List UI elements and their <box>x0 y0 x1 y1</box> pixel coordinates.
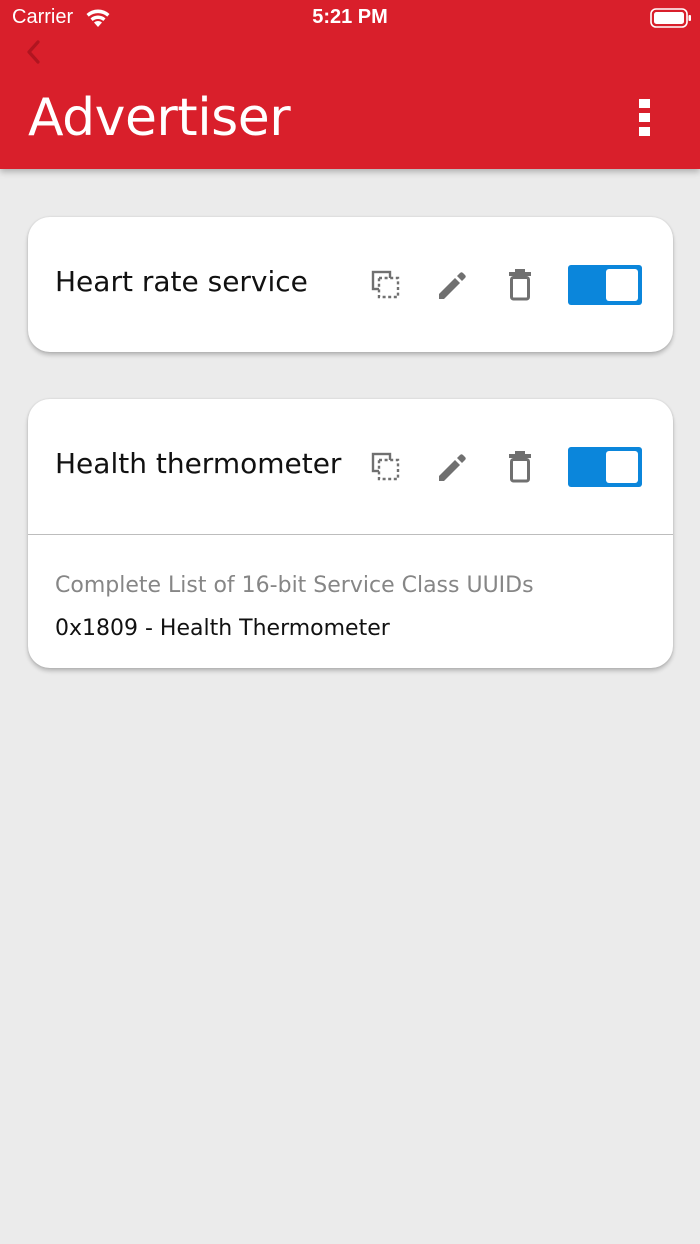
status-bar: Carrier 5:21 PM <box>0 0 700 36</box>
advertiser-card[interactable]: Health thermometer Complete List of 16-b… <box>28 399 673 668</box>
more-dot-icon <box>639 127 650 136</box>
data-type-label: Complete List of 16-bit Service Class UU… <box>55 573 534 598</box>
toggle-knob <box>606 269 638 301</box>
edit-icon <box>439 454 466 481</box>
edit-button[interactable] <box>433 447 473 487</box>
toggle-knob <box>606 451 638 483</box>
edit-button[interactable] <box>433 265 473 305</box>
page-title: Advertiser <box>28 88 291 148</box>
edit-icon <box>439 272 466 299</box>
enable-toggle[interactable] <box>568 265 642 305</box>
more-options-button[interactable] <box>628 96 662 140</box>
more-dot-icon <box>639 113 650 122</box>
back-chevron-icon[interactable] <box>20 36 50 68</box>
enable-toggle[interactable] <box>568 447 642 487</box>
copy-icon <box>371 452 400 481</box>
status-time: 5:21 PM <box>312 6 388 28</box>
more-dot-icon <box>639 99 650 108</box>
advertisement-data: Complete List of 16-bit Service Class UU… <box>28 535 673 668</box>
app-header: Carrier 5:21 PM Advertiser <box>0 0 700 169</box>
advertiser-name: Heart rate service <box>55 265 308 298</box>
copy-icon <box>371 270 400 299</box>
advertiser-name: Health thermometer <box>55 447 342 480</box>
advertiser-card-header: Heart rate service <box>28 217 673 352</box>
data-value: 0x1809 - Health Thermometer <box>55 616 390 641</box>
delete-icon <box>509 451 531 483</box>
advertiser-card-header: Health thermometer <box>28 399 673 534</box>
delete-button[interactable] <box>500 265 540 305</box>
battery-icon <box>650 8 691 28</box>
delete-icon <box>509 269 531 301</box>
copy-button[interactable] <box>366 265 406 305</box>
delete-button[interactable] <box>500 447 540 487</box>
copy-button[interactable] <box>366 447 406 487</box>
advertiser-card[interactable]: Heart rate service <box>28 217 673 352</box>
